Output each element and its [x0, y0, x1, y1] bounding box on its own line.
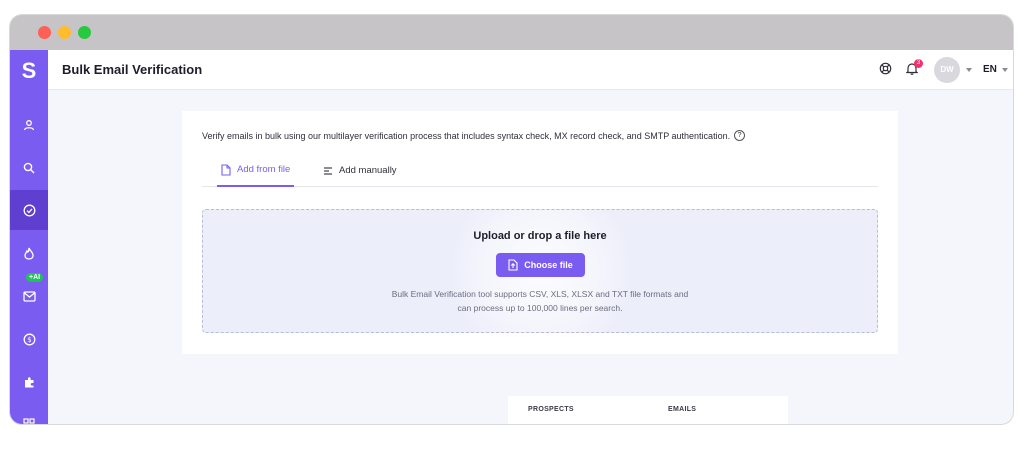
- tab-add-manually[interactable]: Add manually: [323, 154, 397, 187]
- file-icon: [221, 163, 231, 176]
- text-lines-icon: [324, 166, 332, 175]
- tab-label: Add from file: [237, 164, 291, 175]
- puzzle-icon: [24, 376, 33, 387]
- lifebuoy-icon: [879, 62, 892, 75]
- maximize-window-button[interactable]: [78, 26, 91, 39]
- sidebar: S +AI $: [10, 50, 48, 424]
- svg-text:$: $: [27, 336, 31, 344]
- sidebar-item-billing[interactable]: $: [10, 319, 48, 359]
- top-header: Bulk Email Verification 3 DW EN: [48, 50, 1013, 90]
- dropzone-description-line-2: can process up to 100,000 lines per sear…: [457, 303, 623, 313]
- window-titlebar: [10, 15, 1013, 50]
- tab-label: Add manually: [339, 165, 397, 176]
- mail-icon: [22, 290, 36, 302]
- verification-card: Verify emails in bulk using our multilay…: [182, 111, 898, 354]
- check-circle-icon: [23, 204, 35, 216]
- intro-text: Verify emails in bulk using our multilay…: [202, 130, 746, 141]
- close-window-button[interactable]: [38, 26, 51, 39]
- choose-file-button[interactable]: Choose file: [496, 253, 585, 277]
- chevron-down-icon[interactable]: [1002, 68, 1008, 72]
- sidebar-item-search[interactable]: [10, 148, 48, 188]
- sidebar-item-prospects[interactable]: [10, 105, 48, 145]
- column-header-prospects: PROSPECTS: [528, 406, 574, 413]
- tab-bar: Add from file Add manually: [202, 154, 878, 187]
- language-selector[interactable]: EN: [983, 64, 997, 75]
- user-icon: [23, 120, 35, 131]
- dropzone-description-line-1: Bulk Email Verification tool supports CS…: [391, 289, 689, 299]
- file-dropzone[interactable]: Upload or drop a file here Choose file B…: [202, 209, 878, 333]
- dollar-icon: $: [23, 333, 35, 345]
- chevron-down-icon[interactable]: [966, 68, 972, 72]
- search-icon: [23, 162, 35, 174]
- support-button[interactable]: [879, 62, 892, 80]
- upload-file-icon: [508, 259, 518, 271]
- app-logo[interactable]: S: [10, 58, 48, 84]
- sidebar-item-warmup[interactable]: [10, 233, 48, 273]
- choose-file-label: Choose file: [524, 260, 573, 270]
- avatar[interactable]: DW: [934, 57, 960, 83]
- notification-count-badge: 3: [914, 59, 923, 68]
- grid-icon: [23, 418, 35, 424]
- tab-add-from-file[interactable]: Add from file: [217, 154, 295, 187]
- column-header-emails: EMAILS: [668, 406, 697, 413]
- notifications-button[interactable]: 3: [905, 59, 923, 80]
- minimize-window-button[interactable]: [58, 26, 71, 39]
- sidebar-item-email-verifier[interactable]: [10, 190, 48, 230]
- flame-icon: [24, 247, 34, 260]
- results-table-header: PROSPECTS EMAILS: [508, 396, 788, 424]
- page-title: Bulk Email Verification: [62, 62, 203, 77]
- sidebar-item-integrations[interactable]: [10, 362, 48, 402]
- dropzone-title: Upload or drop a file here: [473, 230, 607, 242]
- intro-description: Verify emails in bulk using our multilay…: [202, 130, 731, 141]
- help-icon[interactable]: ?: [734, 130, 746, 141]
- sidebar-item-email-outreach[interactable]: +AI: [10, 273, 48, 316]
- ai-badge: +AI: [26, 273, 44, 282]
- sidebar-item-apps[interactable]: [10, 404, 48, 424]
- app-window: S +AI $ Bulk Email Verification 3 DW EN …: [10, 15, 1013, 424]
